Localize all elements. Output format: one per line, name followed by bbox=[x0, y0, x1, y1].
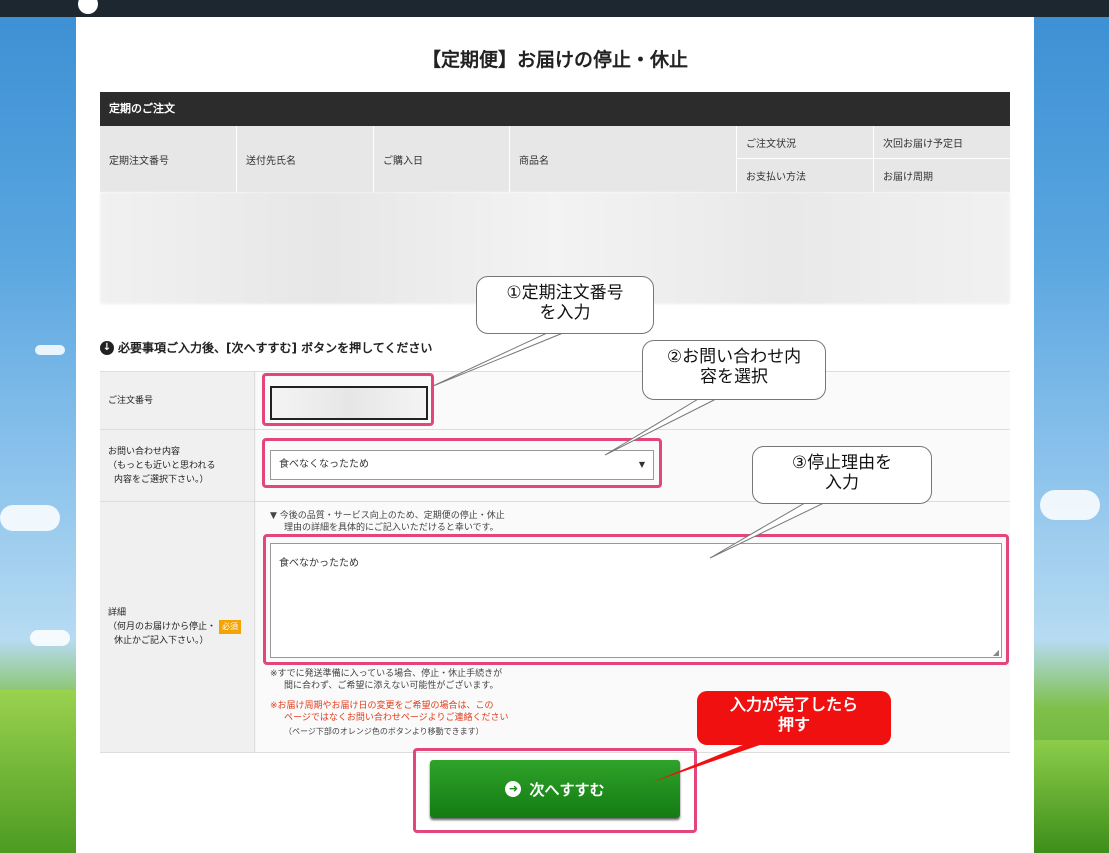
callout-1: ①定期注文番号 を入力 bbox=[476, 276, 654, 334]
callout-3: ③停止理由を 入力 bbox=[752, 446, 932, 504]
callout-pointers bbox=[432, 332, 831, 783]
callout-2: ②お問い合わせ内 容を選択 bbox=[642, 340, 826, 400]
callout-4: 入力が完了したら 押す bbox=[697, 691, 891, 745]
